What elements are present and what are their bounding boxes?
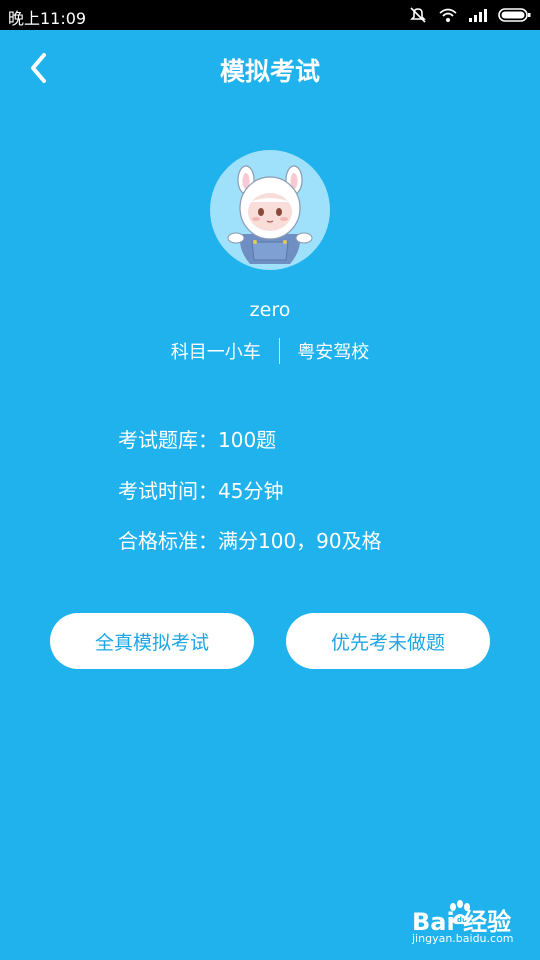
mute-icon: [410, 7, 426, 23]
meta-divider: [278, 338, 280, 364]
watermark-url: jingyan.baidu.com: [412, 932, 514, 945]
rabbit-avatar-icon: [227, 165, 313, 264]
page-title: 模拟考试: [219, 57, 320, 86]
status-icons: [408, 6, 532, 24]
wifi-icon: [439, 8, 457, 22]
unanswered-first-exam-button[interactable]: 优先考未做题: [286, 613, 490, 669]
header: 模拟考试: [0, 30, 540, 110]
subject-label: 科目一小车: [170, 342, 261, 363]
baidu-jingyan-watermark: du Bai 经验 jingyan.baidu.com: [412, 898, 514, 950]
signal-icon: [469, 9, 487, 22]
status-time: 晚上11:09: [8, 9, 87, 28]
username: zero: [249, 299, 291, 321]
pass-standard-info: 合格标准：满分100，90及格: [118, 529, 382, 553]
full-mock-exam-button[interactable]: 全真模拟考试: [50, 613, 254, 669]
battery-icon: [498, 8, 531, 22]
exam-duration-info: 考试时间：45分钟: [118, 479, 284, 503]
profile-meta: 科目一小车 粤安驾校: [0, 338, 540, 364]
status-bar: 晚上11:09: [0, 0, 540, 30]
avatar[interactable]: [210, 150, 330, 270]
school-label: 粤安驾校: [297, 342, 370, 363]
exam-bank-info: 考试题库：100题: [118, 428, 277, 452]
